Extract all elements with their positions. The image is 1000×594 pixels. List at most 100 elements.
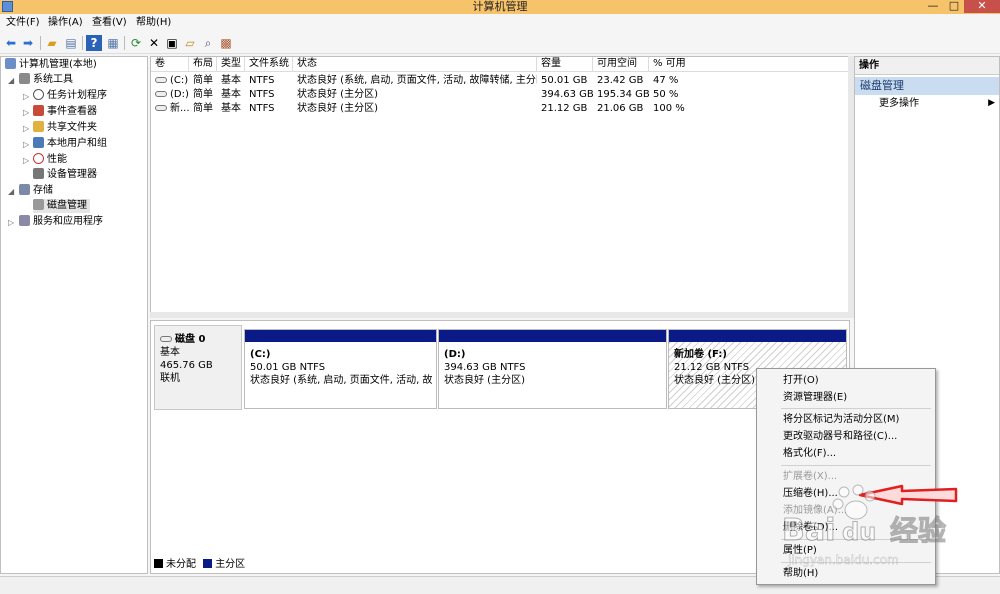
expand-arrow-icon[interactable]: ▷ bbox=[23, 154, 29, 168]
tree-item-shared-folders[interactable]: 共享文件夹 bbox=[33, 121, 97, 135]
services-icon bbox=[19, 215, 30, 226]
column-header-percent-free[interactable]: % 可用 bbox=[649, 57, 849, 72]
tree-item-system-tools[interactable]: 系统工具 bbox=[19, 73, 73, 87]
cell-layout: 简单 bbox=[193, 103, 213, 114]
more-actions[interactable]: 更多操作 bbox=[879, 97, 919, 110]
cell-status: 状态良好 (主分区) bbox=[297, 89, 378, 100]
menu-shrink[interactable]: 压缩卷(H)... bbox=[783, 486, 838, 501]
disk-icon[interactable]: ▩ bbox=[218, 35, 234, 51]
forward-icon[interactable]: ➡ bbox=[20, 35, 36, 51]
cell-layout: 简单 bbox=[193, 89, 213, 100]
legend-primary: 主分区 bbox=[215, 559, 246, 570]
primary-partition-bar bbox=[439, 330, 666, 342]
table-row[interactable]: 新... bbox=[151, 102, 189, 115]
tree-root[interactable]: 计算机管理(本地) bbox=[5, 58, 97, 72]
menu-change-letter[interactable]: 更改驱动器号和路径(C)... bbox=[783, 429, 897, 444]
unallocated-swatch bbox=[154, 559, 163, 568]
refresh-icon[interactable]: ⟳ bbox=[128, 35, 144, 51]
performance-icon bbox=[33, 153, 44, 164]
menu-separator bbox=[781, 562, 931, 563]
column-header-layout[interactable]: 布局 bbox=[189, 57, 217, 72]
partition-c[interactable]: (C:) 50.01 GB NTFS 状态良好 (系统, 启动, 页面文件, 活… bbox=[244, 329, 437, 409]
tree-item-performance[interactable]: 性能 bbox=[33, 153, 67, 167]
tree-label: 共享文件夹 bbox=[47, 122, 97, 133]
partition-label: (D:) bbox=[444, 349, 466, 360]
expand-arrow-icon[interactable]: ▷ bbox=[23, 90, 29, 104]
column-header-type[interactable]: 类型 bbox=[217, 57, 245, 72]
cell-free: 21.06 GB bbox=[597, 103, 644, 114]
table-row[interactable]: (C:) bbox=[151, 74, 189, 87]
primary-swatch bbox=[203, 559, 213, 568]
disk-name-text: 磁盘 0 bbox=[175, 334, 206, 345]
menu-view[interactable]: 查看(V) bbox=[92, 16, 127, 30]
horizontal-scrollbar[interactable] bbox=[150, 312, 848, 318]
column-header-status[interactable]: 状态 bbox=[293, 57, 537, 72]
help-icon[interactable]: ? bbox=[86, 35, 102, 51]
context-menu: 打开(O) 资源管理器(E) 将分区标记为活动分区(M) 更改驱动器号和路径(C… bbox=[756, 368, 936, 585]
legend: 未分配 主分区 bbox=[154, 558, 245, 572]
menu-mark-active[interactable]: 将分区标记为活动分区(M) bbox=[783, 412, 899, 427]
tree-item-task-scheduler[interactable]: 任务计划程序 bbox=[33, 89, 107, 103]
actions-section-disk-management[interactable]: 磁盘管理 bbox=[855, 77, 999, 95]
disk-0-info[interactable]: 磁盘 0 基本 465.76 GB 联机 bbox=[154, 325, 242, 410]
tree-item-event-viewer[interactable]: 事件查看器 bbox=[33, 105, 97, 119]
partition-size: 394.63 GB NTFS bbox=[444, 362, 526, 373]
column-header-volume[interactable]: 卷 bbox=[151, 57, 189, 72]
column-header-free[interactable]: 可用空间 bbox=[593, 57, 649, 72]
partition-status: 状态良好 (系统, 启动, 页面文件, 活动, 故障转 bbox=[250, 375, 432, 386]
computer-icon bbox=[5, 58, 16, 69]
collapse-arrow-icon[interactable]: ◢ bbox=[8, 74, 14, 88]
minimize-button[interactable]: — bbox=[922, 0, 944, 13]
menu-explorer[interactable]: 资源管理器(E) bbox=[783, 390, 847, 405]
cell-layout: 简单 bbox=[193, 75, 213, 86]
menu-delete[interactable]: 删除卷(D)... bbox=[783, 520, 838, 535]
tree-label: 任务计划程序 bbox=[47, 90, 107, 101]
tree-item-device-manager[interactable]: 设备管理器 bbox=[33, 168, 97, 182]
menu-action[interactable]: 操作(A) bbox=[48, 16, 83, 30]
disk-name: 磁盘 0 bbox=[160, 333, 205, 346]
expand-arrow-icon[interactable]: ▷ bbox=[23, 122, 29, 136]
menu-help[interactable]: 帮助(H) bbox=[783, 566, 818, 581]
partition-label: (C:) bbox=[250, 349, 271, 360]
cell-capacity: 50.01 GB bbox=[541, 75, 588, 86]
cell-type: 基本 bbox=[221, 103, 241, 114]
column-header-filesystem[interactable]: 文件系统 bbox=[245, 57, 293, 72]
show-tree-icon[interactable]: ▤ bbox=[63, 35, 79, 51]
toolbar-separator bbox=[124, 36, 125, 50]
partition-d[interactable]: (D:) 394.63 GB NTFS 状态良好 (主分区) bbox=[438, 329, 667, 409]
menu-properties[interactable]: 属性(P) bbox=[783, 543, 817, 558]
expand-arrow-icon[interactable]: ▷ bbox=[23, 138, 29, 152]
navigation-tree: 计算机管理(本地) ◢ 系统工具 ▷ 任务计划程序 ▷ 事件查看器 ▷ 共享文件… bbox=[0, 56, 148, 574]
back-icon[interactable]: ⬅ bbox=[3, 35, 19, 51]
search-icon[interactable]: ⌕ bbox=[200, 35, 216, 51]
menu-format[interactable]: 格式化(F)... bbox=[783, 446, 836, 461]
cell-filesystem: NTFS bbox=[249, 89, 275, 100]
tools-icon bbox=[19, 73, 30, 84]
up-folder-icon[interactable]: ▰ bbox=[44, 35, 60, 51]
cell-percent: 100 % bbox=[653, 103, 685, 114]
legend-unallocated: 未分配 bbox=[166, 559, 196, 570]
open-folder-icon[interactable]: ▱ bbox=[182, 35, 198, 51]
tree-item-disk-management[interactable]: 磁盘管理 bbox=[33, 199, 90, 213]
table-row[interactable]: (D:) bbox=[151, 88, 189, 101]
users-icon bbox=[33, 137, 44, 148]
menu-open[interactable]: 打开(O) bbox=[783, 373, 819, 388]
tree-item-local-users[interactable]: 本地用户和组 bbox=[33, 137, 107, 151]
delete-icon[interactable]: ✕ bbox=[146, 35, 162, 51]
expand-arrow-icon[interactable]: ▷ bbox=[23, 106, 29, 120]
tree-label: 设备管理器 bbox=[47, 169, 97, 180]
properties-icon[interactable]: ▦ bbox=[105, 35, 121, 51]
menu-help[interactable]: 帮助(H) bbox=[136, 16, 171, 30]
collapse-arrow-icon[interactable]: ◢ bbox=[8, 185, 14, 199]
maximize-button[interactable]: □ bbox=[944, 0, 964, 13]
save-icon[interactable]: ▣ bbox=[164, 35, 180, 51]
tree-item-storage[interactable]: 存储 bbox=[19, 184, 53, 198]
toolbar: ⬅ ➡ ▰ ▤ ? ▦ ⟳ ✕ ▣ ▱ ⌕ ▩ bbox=[0, 32, 1000, 54]
tree-label: 性能 bbox=[47, 154, 67, 165]
tree-item-services-apps[interactable]: 服务和应用程序 bbox=[19, 215, 103, 229]
menu-file[interactable]: 文件(F) bbox=[6, 16, 40, 30]
drive-icon bbox=[155, 77, 167, 83]
close-button[interactable]: ✕ bbox=[964, 0, 1000, 13]
column-header-capacity[interactable]: 容量 bbox=[537, 57, 593, 72]
expand-arrow-icon[interactable]: ▷ bbox=[8, 216, 14, 230]
